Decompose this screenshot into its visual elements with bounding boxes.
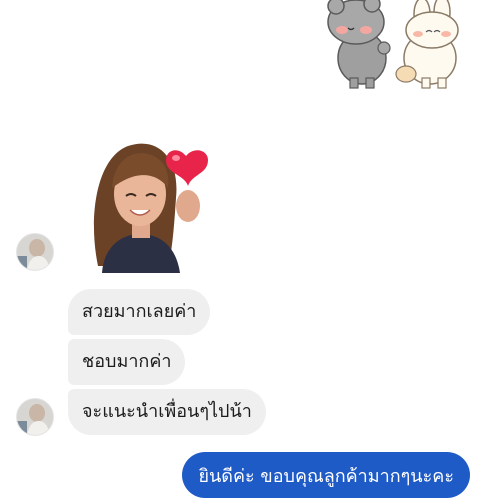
- outgoing-message[interactable]: ยินดีค่ะ ขอบคุณลูกค้ามากๆนะคะ: [182, 452, 470, 498]
- memoji-heart-sticker[interactable]: [88, 138, 218, 273]
- incoming-message[interactable]: จะแนะนำเพื่อนๆไปน้า: [68, 389, 266, 435]
- incoming-message[interactable]: สวยมากเลยค่า: [68, 289, 211, 335]
- avatar[interactable]: [16, 398, 54, 436]
- bears-sticker[interactable]: [322, 0, 472, 92]
- incoming-message[interactable]: ชอบมากค่า: [68, 339, 186, 385]
- avatar[interactable]: [16, 233, 54, 271]
